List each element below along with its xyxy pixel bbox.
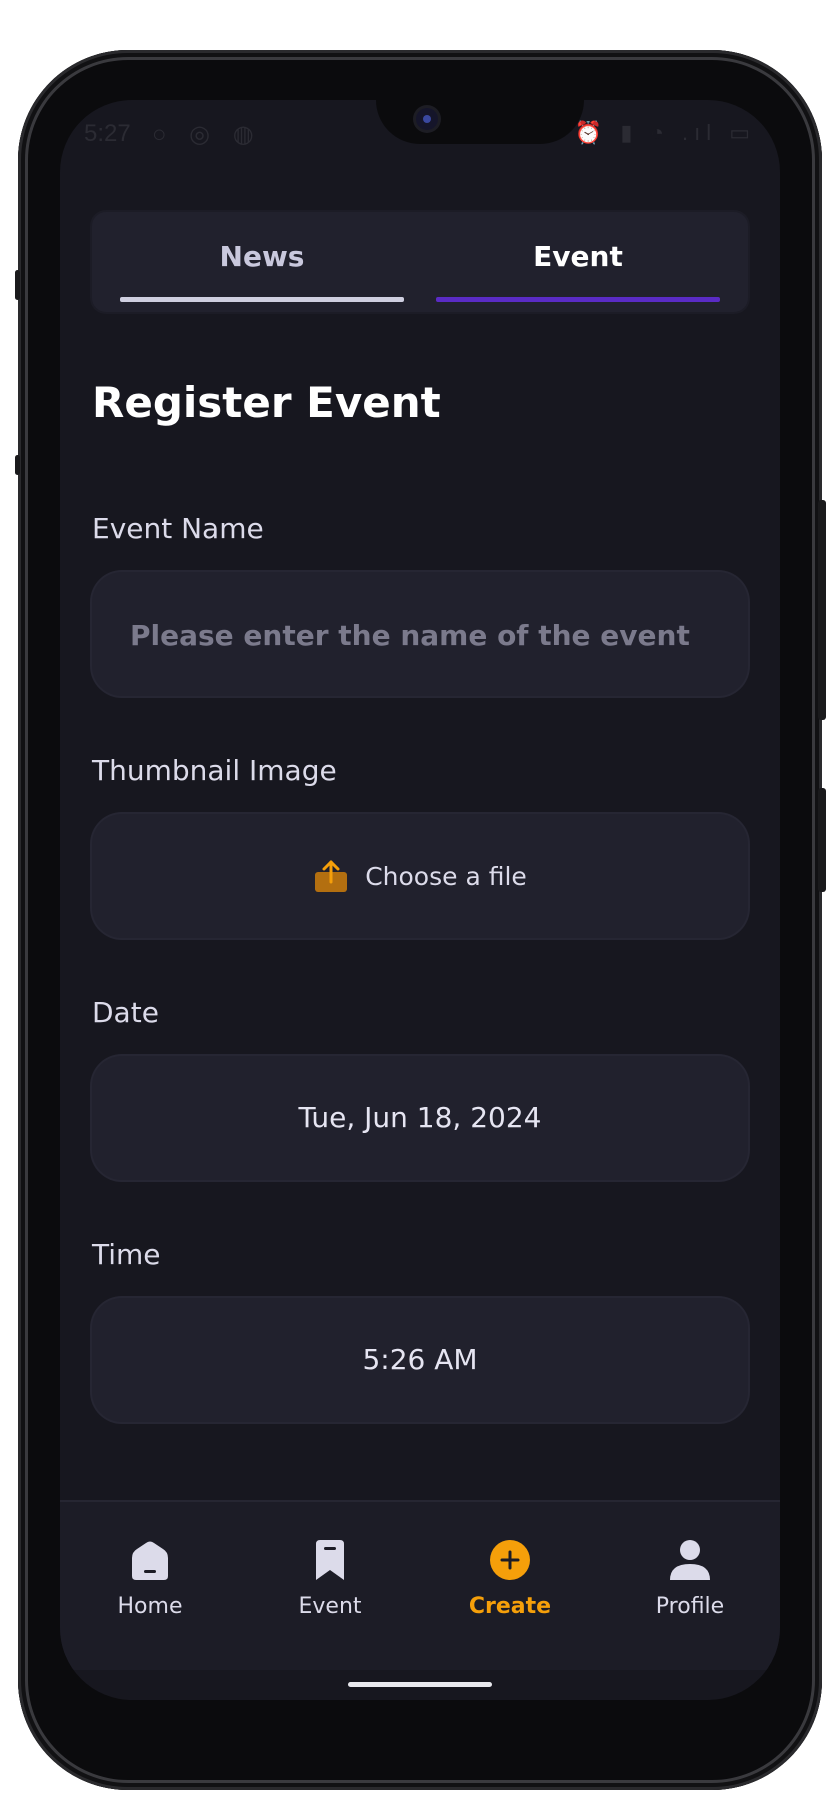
home-icon	[128, 1538, 172, 1582]
event-name-label: Event Name	[92, 512, 264, 545]
add-circle-icon	[488, 1538, 532, 1582]
tab-news-indicator	[120, 297, 404, 302]
nav-home-label: Home	[117, 1594, 183, 1619]
choose-file-button[interactable]: Choose a file	[92, 814, 748, 938]
choose-file-row: Choose a file	[92, 814, 748, 938]
date-picker-field[interactable]: Tue, Jun 18, 2024	[92, 1056, 748, 1180]
tab-event-indicator	[436, 297, 720, 302]
app-screen: 5:27 ○ ◎ ◍ ⏰ ▮ ◔ .ıl ▭ News Event Regist…	[60, 100, 780, 1700]
date-value: Tue, Jun 18, 2024	[298, 1101, 542, 1134]
bookmark-icon	[308, 1538, 352, 1582]
nav-event[interactable]: Event	[270, 1538, 390, 1619]
time-value: 5:26 AM	[362, 1343, 478, 1376]
time-label: Time	[92, 1238, 161, 1271]
status-bar: 5:27 ○ ◎ ◍ ⏰ ▮ ◔ .ıl ▭	[84, 118, 756, 154]
side-key	[15, 455, 20, 475]
tab-bar: News Event	[92, 212, 748, 312]
volume-button	[818, 500, 826, 720]
event-name-field[interactable]	[92, 572, 748, 698]
nav-create-label: Create	[468, 1594, 552, 1619]
home-indicator[interactable]	[348, 1682, 492, 1687]
tab-event[interactable]: Event	[436, 212, 720, 312]
upload-icon	[313, 858, 349, 894]
page-title: Register Event	[92, 378, 441, 427]
bottom-navigation: Home Event Create Profile	[60, 1500, 780, 1670]
tab-event-label: Event	[533, 240, 623, 273]
nav-profile[interactable]: Profile	[630, 1538, 750, 1619]
status-time: 5:27	[84, 120, 131, 147]
choose-file-label: Choose a file	[365, 861, 527, 891]
date-label: Date	[92, 996, 159, 1029]
time-picker-field[interactable]: 5:26 AM	[92, 1298, 748, 1422]
system-status-icons: ⏰ ▮ ◔ .ıl ▭	[574, 120, 756, 145]
thumbnail-label: Thumbnail Image	[92, 754, 337, 787]
notification-icons: ○ ◎ ◍	[152, 121, 262, 148]
tab-news[interactable]: News	[120, 212, 404, 312]
tab-news-label: News	[219, 240, 305, 273]
nav-home[interactable]: Home	[90, 1538, 210, 1619]
event-name-input[interactable]	[128, 572, 712, 698]
nav-create[interactable]: Create	[450, 1538, 570, 1619]
person-icon	[668, 1538, 712, 1582]
side-key	[15, 270, 20, 300]
nav-event-label: Event	[298, 1594, 362, 1619]
nav-profile-label: Profile	[655, 1594, 725, 1619]
power-button	[818, 788, 826, 892]
